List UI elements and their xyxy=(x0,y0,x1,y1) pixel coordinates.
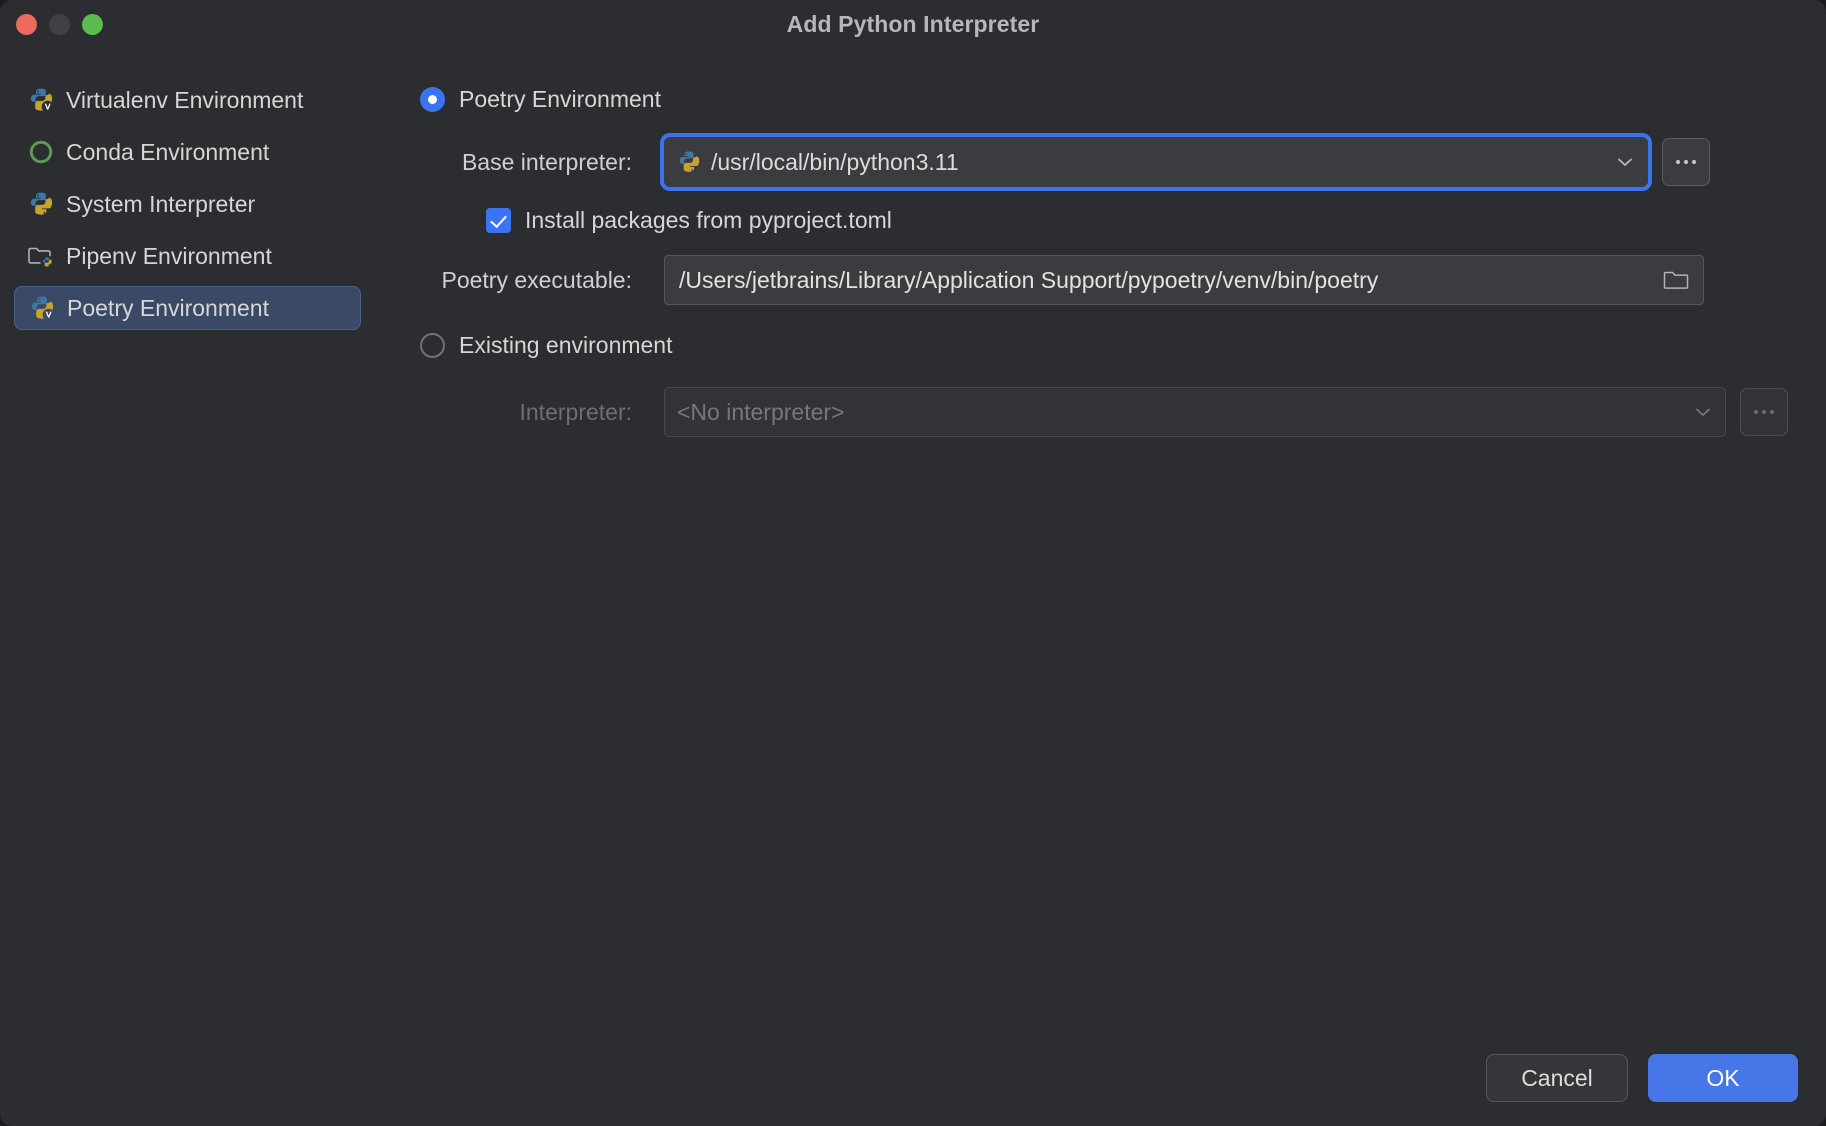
base-interpreter-browse-button[interactable] xyxy=(1662,138,1710,186)
title-bar: Add Python Interpreter xyxy=(0,0,1826,56)
cancel-button[interactable]: Cancel xyxy=(1486,1054,1628,1102)
radio-poetry-environment[interactable]: Poetry Environment xyxy=(420,82,1826,116)
interpreter-label: Interpreter: xyxy=(420,399,632,426)
base-interpreter-label: Base interpreter: xyxy=(420,149,632,176)
poetry-executable-value: /Users/jetbrains/Library/Application Sup… xyxy=(679,267,1653,294)
chevron-down-icon[interactable] xyxy=(1615,152,1635,172)
environment-type-list[interactable]: Virtualenv Environment Conda Environment… xyxy=(0,78,375,338)
base-interpreter-value: /usr/local/bin/python3.11 xyxy=(711,149,1605,176)
radio-existing-environment[interactable]: Existing environment xyxy=(420,328,1826,362)
sidebar-item-system-interpreter[interactable]: System Interpreter xyxy=(14,182,361,226)
sidebar-item-poetry-environment[interactable]: Poetry Environment xyxy=(14,286,361,330)
sidebar-item-virtualenv-environment[interactable]: Virtualenv Environment xyxy=(14,78,361,122)
sidebar-item-label: Pipenv Environment xyxy=(66,243,272,270)
dialog-title: Add Python Interpreter xyxy=(0,11,1826,38)
python-icon xyxy=(28,191,54,217)
base-interpreter-combo-wrap: /usr/local/bin/python3.11 xyxy=(664,137,1710,187)
sidebar-item-pipenv-environment[interactable]: Pipenv Environment xyxy=(14,234,361,278)
install-packages-checkbox-row[interactable]: Install packages from pyproject.toml xyxy=(486,200,1826,240)
interpreter-browse-button[interactable] xyxy=(1740,388,1788,436)
python-icon xyxy=(677,150,701,174)
poetry-executable-label: Poetry executable: xyxy=(420,267,632,294)
sidebar-item-conda-environment[interactable]: Conda Environment xyxy=(14,130,361,174)
ellipsis-dot xyxy=(1770,410,1774,414)
conda-icon xyxy=(28,139,54,165)
poetry-executable-field[interactable]: /Users/jetbrains/Library/Application Sup… xyxy=(664,255,1704,305)
install-packages-label: Install packages from pyproject.toml xyxy=(525,207,892,234)
sidebar-item-label: Poetry Environment xyxy=(67,295,269,322)
poetry-executable-row: Poetry executable: /Users/jetbrains/Libr… xyxy=(420,254,1826,306)
ellipsis-dot xyxy=(1762,410,1766,414)
ok-button[interactable]: OK xyxy=(1648,1054,1798,1102)
folder-icon[interactable] xyxy=(1663,268,1689,292)
python-poetry-icon xyxy=(29,295,55,321)
folder-python-icon xyxy=(28,243,54,269)
ellipsis-dot xyxy=(1684,160,1688,164)
interpreter-combobox[interactable]: <No interpreter> xyxy=(664,387,1726,437)
sidebar-item-label: System Interpreter xyxy=(66,191,255,218)
radio-indicator-unselected[interactable] xyxy=(420,333,445,358)
python-virtualenv-icon xyxy=(28,87,54,113)
ellipsis-dot xyxy=(1754,410,1758,414)
radio-existing-environment-label: Existing environment xyxy=(459,332,673,359)
base-interpreter-combobox[interactable]: /usr/local/bin/python3.11 xyxy=(664,137,1648,187)
chevron-down-icon[interactable] xyxy=(1693,402,1713,422)
base-interpreter-row: Base interpreter: /usr/local/bin/python3… xyxy=(420,136,1826,188)
sidebar-item-label: Conda Environment xyxy=(66,139,269,166)
dialog-footer: Cancel OK xyxy=(1486,1054,1798,1102)
ellipsis-dot xyxy=(1692,160,1696,164)
radio-indicator-selected[interactable] xyxy=(420,87,445,112)
interpreter-value: <No interpreter> xyxy=(677,399,1683,426)
radio-poetry-environment-label: Poetry Environment xyxy=(459,86,661,113)
ellipsis-dot xyxy=(1676,160,1680,164)
interpreter-combo-wrap: <No interpreter> xyxy=(664,387,1788,437)
main-panel: Poetry Environment Base interpreter: /us… xyxy=(420,78,1826,438)
interpreter-row: Interpreter: <No interpreter> xyxy=(420,386,1826,438)
dialog-window: Add Python Interpreter Virtualenv Enviro… xyxy=(0,0,1826,1126)
install-packages-checkbox[interactable] xyxy=(486,208,511,233)
sidebar-item-label: Virtualenv Environment xyxy=(66,87,303,114)
